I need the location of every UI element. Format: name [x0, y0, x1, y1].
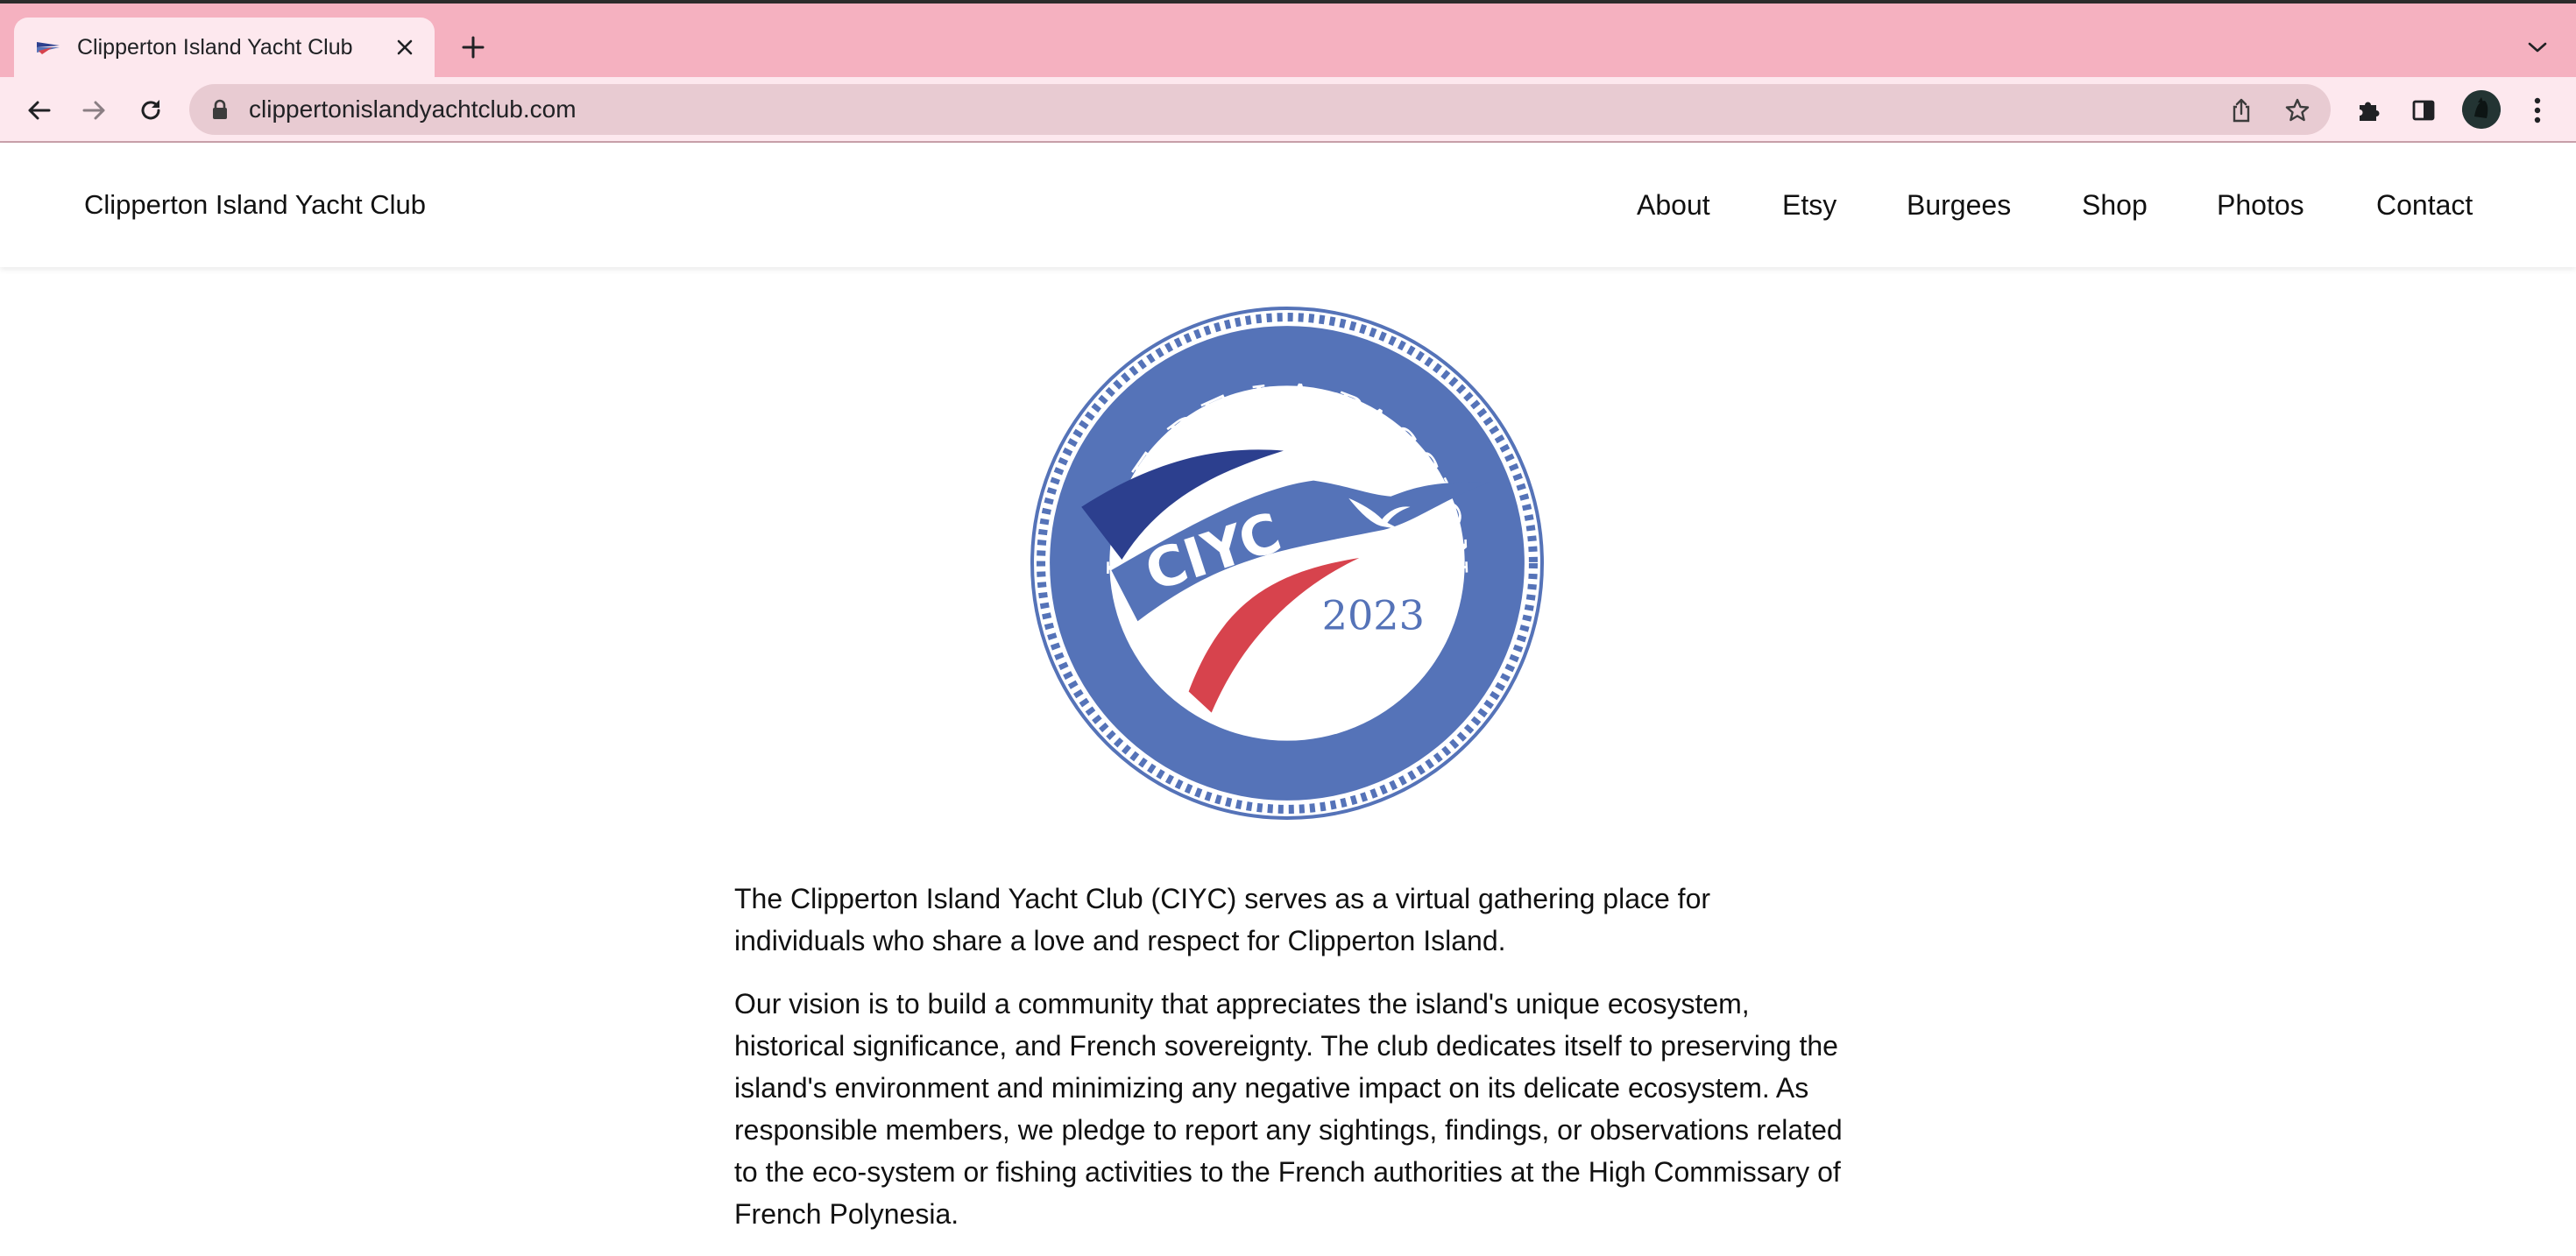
nav-link-about[interactable]: About	[1637, 143, 1710, 267]
nav-link-shop[interactable]: Shop	[2082, 143, 2148, 267]
tab-title: Clipperton Island Yacht Club	[77, 35, 353, 60]
back-arrow-icon[interactable]	[19, 91, 58, 130]
share-icon[interactable]	[2226, 95, 2257, 126]
nav-link-contact[interactable]: Contact	[2376, 143, 2473, 267]
tab-list-chevron-down-icon[interactable]	[2520, 32, 2555, 63]
emblem-year: 2023	[1322, 591, 1425, 639]
nav-link-burgees[interactable]: Burgees	[1907, 143, 2011, 267]
site-header: Clipperton Island Yacht Club About Etsy …	[0, 143, 2576, 267]
reload-icon[interactable]	[131, 91, 170, 130]
nav-link-photos[interactable]: Photos	[2217, 143, 2304, 267]
intro-content: The Clipperton Island Yacht Club (CIYC) …	[734, 878, 1847, 1256]
address-bar[interactable]: clippertonislandyachtclub.com	[189, 84, 2331, 135]
site-title-link[interactable]: Clipperton Island Yacht Club	[84, 143, 426, 267]
browser-tab[interactable]: Clipperton Island Yacht Club	[14, 18, 435, 77]
close-tab-icon[interactable]	[391, 33, 419, 61]
profile-avatar[interactable]	[2462, 90, 2501, 129]
nav-link-etsy[interactable]: Etsy	[1782, 143, 1836, 267]
club-emblem-logo: L'ÎLE DE LA PASSION CLIPPERTON ISLAND YA…	[1023, 300, 1547, 823]
browser-toolbar: clippertonislandyachtclub.com	[0, 77, 2576, 142]
side-panel-icon[interactable]	[2404, 91, 2443, 130]
pennant-favicon-icon	[37, 42, 60, 54]
new-tab-plus-icon[interactable]	[456, 30, 491, 65]
lock-icon	[213, 99, 227, 119]
browser-chrome: Clipperton Island Yacht Club clippertoni…	[0, 0, 2576, 143]
extensions-puzzle-icon[interactable]	[2350, 91, 2388, 130]
bookmark-star-icon[interactable]	[2282, 95, 2313, 126]
forward-arrow-icon[interactable]	[75, 91, 114, 130]
url-text[interactable]: clippertonislandyachtclub.com	[249, 84, 577, 135]
window-edge	[0, 0, 2576, 4]
vision-paragraph: Our vision is to build a community that …	[734, 988, 1843, 1230]
more-menu-kebab-icon[interactable]	[2518, 91, 2557, 130]
intro-paragraph: The Clipperton Island Yacht Club (CIYC) …	[734, 883, 1711, 956]
